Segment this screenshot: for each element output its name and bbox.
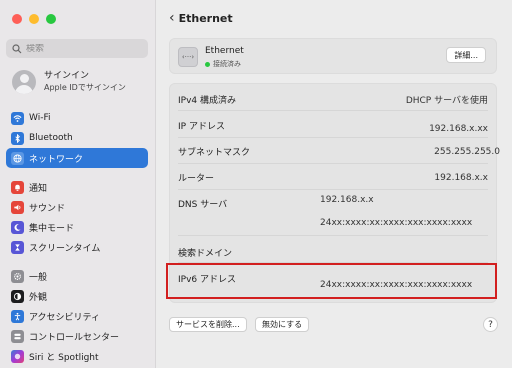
bell-icon [11,180,24,194]
account-name: サインイン [44,71,90,81]
sidebar-item-appearance[interactable]: 外観 [6,286,148,306]
row-value: 192.168.x.x [320,195,374,205]
main-pane: ‹ Ethernet ‹···› Ethernet 接続済み 詳細... IPv… [157,0,512,368]
sidebar-item-label: サウンド [29,203,66,214]
wifi-icon [11,111,24,125]
sidebar-item-label: 外観 [29,292,48,303]
search-field[interactable] [6,39,148,58]
sidebar-item-network[interactable]: ネットワーク [6,148,148,168]
divider [178,110,488,111]
sidebar-item-screen-time[interactable]: スクリーンタイム [6,237,148,257]
disable-button[interactable]: 無効にする [255,317,310,332]
sidebar-item-general[interactable]: 一般 [6,266,148,286]
hourglass-icon [11,240,24,254]
search-icon [12,43,22,53]
row-label: IPv4 構成済み [178,96,236,106]
window-controls [12,14,56,24]
search-input[interactable] [26,43,136,54]
row-value: 192.168.x.x [434,173,488,183]
account-signin[interactable]: サインイン Apple IDでサインイン [12,70,152,94]
sidebar-item-label: スクリーンタイム [29,243,101,254]
help-button[interactable]: ? [483,317,498,332]
row-label: 検索ドメイン [178,249,233,259]
row-label: ルーター [178,174,215,184]
accessibility-icon [11,309,24,323]
service-status: 接続済み [205,59,241,69]
sidebar-item-notifications[interactable]: 通知 [6,177,148,197]
close-window-button[interactable] [12,14,22,24]
sidebar-item-label: 通知 [29,183,48,194]
row-label: DNS サーバ [178,200,228,210]
title-bar: ‹ Ethernet [169,10,233,26]
sidebar-item-label: 集中モード [29,223,75,234]
divider [178,235,488,236]
row-value: 255.255.255.0 [434,147,500,157]
gear-icon [11,269,24,283]
sidebar-item-label: Siri と Spotlight [29,352,99,363]
sidebar-item-bluetooth[interactable]: Bluetooth [6,128,148,148]
page-title: Ethernet [178,11,233,25]
status-dot-icon [205,61,210,67]
sidebar-item-label: Bluetooth [29,133,73,143]
zoom-window-button[interactable] [46,14,56,24]
service-name: Ethernet [205,46,244,56]
chevron-left-icon[interactable]: ‹ [169,10,175,26]
divider [178,163,488,164]
row-label: IP アドレス [178,122,225,132]
row-value: DHCP サーバを使用 [405,96,488,106]
sidebar-item-label: Wi-Fi [29,113,51,123]
sidebar-item-control-center[interactable]: コントロールセンター [6,326,148,346]
control-center-icon [11,329,24,343]
appearance-icon [11,289,24,303]
minimize-window-button[interactable] [29,14,39,24]
sidebar-item-label: ネットワーク [29,154,84,165]
sidebar-item-wifi[interactable]: Wi-Fi [6,108,148,128]
service-header: ‹···› Ethernet 接続済み 詳細... [169,38,497,74]
moon-icon [11,220,24,234]
sidebar-item-label: 一般 [29,272,48,283]
sidebar: サインイン Apple IDでサインイン Wi-Fi Bluetooth ネット… [0,0,156,368]
ipv6-highlight-box [166,263,497,299]
avatar [12,70,36,94]
details-button[interactable]: 詳細... [446,47,486,63]
siri-icon [11,349,24,363]
divider [178,137,488,138]
sidebar-item-siri[interactable]: Siri と Spotlight [6,346,148,366]
speaker-icon [11,200,24,214]
remove-service-button[interactable]: サービスを削除... [169,317,247,332]
account-subtitle: Apple IDでサインイン [44,83,126,92]
sidebar-item-label: コントロールセンター [29,332,120,343]
sidebar-item-sound[interactable]: サウンド [6,197,148,217]
divider [178,189,488,190]
status-text: 接続済み [213,60,241,68]
row-value: 192.168.x.xx [429,124,488,134]
ethernet-icon: ‹···› [178,47,198,67]
row-value: 24xx:xxxx:xx:xxxx:xxx:xxxx:xxxx [320,218,473,228]
sidebar-item-focus[interactable]: 集中モード [6,217,148,237]
globe-icon [11,151,24,165]
row-label: サブネットマスク [178,148,251,158]
bluetooth-icon [11,131,24,145]
sidebar-item-accessibility[interactable]: アクセシビリティ [6,306,148,326]
sidebar-item-label: アクセシビリティ [29,312,101,323]
